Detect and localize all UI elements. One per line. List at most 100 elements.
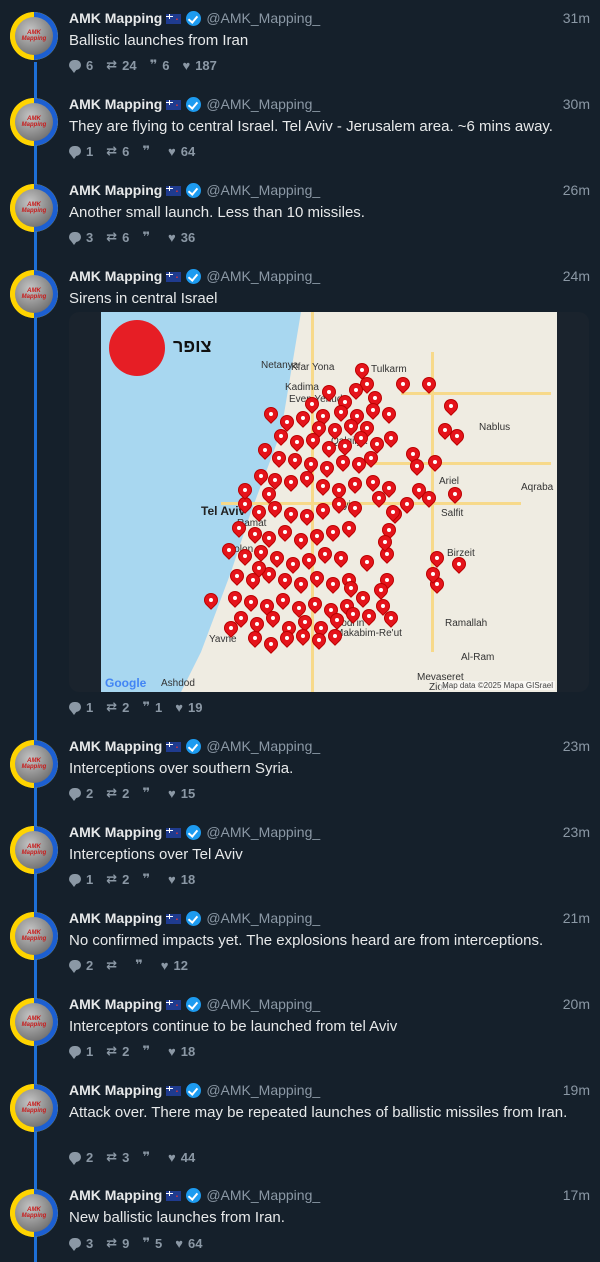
- siren-pin-icon[interactable]: [265, 638, 277, 654]
- siren-pin-icon[interactable]: [349, 502, 361, 518]
- siren-pin-icon[interactable]: [329, 630, 341, 646]
- tweet-timestamp[interactable]: 26m: [563, 180, 590, 200]
- siren-pin-icon[interactable]: [327, 578, 339, 594]
- siren-pin-icon[interactable]: [273, 452, 285, 468]
- siren-pin-icon[interactable]: [285, 508, 297, 524]
- siren-pin-icon[interactable]: [297, 630, 309, 646]
- siren-pin-icon[interactable]: [287, 558, 299, 574]
- siren-pin-icon[interactable]: [279, 574, 291, 590]
- author-handle[interactable]: @AMK_Mapping_: [206, 10, 320, 26]
- author-name[interactable]: AMK Mapping: [69, 182, 162, 198]
- author-name[interactable]: AMK Mapping: [69, 910, 162, 926]
- siren-pin-icon[interactable]: [317, 480, 329, 496]
- reply[interactable]: 2: [69, 958, 93, 973]
- siren-pin-icon[interactable]: [345, 582, 357, 598]
- author-name[interactable]: AMK Mapping: [69, 824, 162, 840]
- tweet-card[interactable]: AMK Mapping AMK Mapping @AMK_Mapping_ 23m In…: [0, 728, 600, 812]
- siren-pin-icon[interactable]: [259, 444, 271, 460]
- siren-pin-icon[interactable]: [311, 530, 323, 546]
- tweet-timestamp[interactable]: 30m: [563, 94, 590, 114]
- tweet-timestamp[interactable]: 23m: [563, 822, 590, 842]
- like[interactable]: ♥ 19: [175, 700, 202, 715]
- like[interactable]: ♥ 15: [168, 786, 195, 801]
- siren-pin-icon[interactable]: [295, 534, 307, 550]
- siren-pin-icon[interactable]: [451, 430, 463, 446]
- reply[interactable]: 2: [69, 1150, 93, 1165]
- siren-pin-icon[interactable]: [353, 458, 365, 474]
- siren-pin-icon[interactable]: [253, 506, 265, 522]
- siren-pin-icon[interactable]: [245, 596, 257, 612]
- tweet-card[interactable]: AMK Mapping AMK Mapping @AMK_Mapping_ 26m An…: [0, 172, 600, 256]
- reply[interactable]: 3: [69, 230, 93, 245]
- siren-pin-icon[interactable]: [323, 386, 335, 402]
- quote[interactable]: ❞: [142, 785, 155, 801]
- siren-pin-icon[interactable]: [291, 436, 303, 452]
- siren-pin-icon[interactable]: [239, 550, 251, 566]
- siren-pin-icon[interactable]: [423, 378, 435, 394]
- author-name[interactable]: AMK Mapping: [69, 96, 162, 112]
- siren-pin-icon[interactable]: [379, 536, 391, 552]
- quote[interactable]: ❞: [135, 957, 148, 973]
- siren-pin-icon[interactable]: [317, 504, 329, 520]
- tweet-card[interactable]: AMK Mapping AMK Mapping @AMK_Mapping_ 20m In…: [0, 986, 600, 1070]
- siren-pin-icon[interactable]: [361, 556, 373, 572]
- author-handle[interactable]: @AMK_Mapping_: [206, 96, 320, 112]
- avatar[interactable]: AMK Mapping: [10, 270, 58, 318]
- avatar[interactable]: AMK Mapping: [10, 1189, 58, 1237]
- author-name[interactable]: AMK Mapping: [69, 1082, 162, 1098]
- reply[interactable]: 6: [69, 58, 93, 73]
- siren-pin-icon[interactable]: [297, 412, 309, 428]
- tweet-card[interactable]: AMK Mapping AMK Mapping @AMK_Mapping_ 24m Si…: [0, 258, 600, 718]
- author-name[interactable]: AMK Mapping: [69, 738, 162, 754]
- tweet-timestamp[interactable]: 21m: [563, 908, 590, 928]
- siren-pin-icon[interactable]: [347, 608, 359, 624]
- tweet-timestamp[interactable]: 17m: [563, 1185, 590, 1205]
- siren-pin-icon[interactable]: [350, 384, 362, 400]
- siren-pin-icon[interactable]: [255, 470, 267, 486]
- reply[interactable]: 1: [69, 700, 93, 715]
- siren-pin-icon[interactable]: [295, 578, 307, 594]
- quote[interactable]: ❞: [142, 871, 155, 887]
- retweet[interactable]: ⇄ 2: [106, 699, 129, 715]
- tweet-card[interactable]: AMK Mapping AMK Mapping @AMK_Mapping_ 17m Ne…: [0, 1177, 600, 1261]
- reply[interactable]: 1: [69, 144, 93, 159]
- siren-pin-icon[interactable]: [329, 424, 341, 440]
- siren-pin-icon[interactable]: [365, 452, 377, 468]
- siren-pin-icon[interactable]: [387, 506, 399, 522]
- like[interactable]: ♥ 44: [168, 1150, 195, 1165]
- tweet-media-map[interactable]: Netanya Kfar Yona Tulkarm Kadima Even Yehuda…: [69, 312, 589, 692]
- author-handle[interactable]: @AMK_Mapping_: [206, 910, 320, 926]
- quote[interactable]: ❞: [142, 1149, 155, 1165]
- avatar[interactable]: AMK Mapping: [10, 826, 58, 874]
- tweet-card[interactable]: AMK Mapping AMK Mapping @AMK_Mapping_ 30m Th…: [0, 86, 600, 170]
- siren-pin-icon[interactable]: [313, 634, 325, 650]
- avatar[interactable]: AMK Mapping: [10, 740, 58, 788]
- siren-pin-icon[interactable]: [323, 442, 335, 458]
- siren-pin-icon[interactable]: [239, 484, 251, 500]
- siren-pin-icon[interactable]: [205, 594, 217, 610]
- siren-pin-icon[interactable]: [275, 430, 287, 446]
- siren-pin-icon[interactable]: [411, 460, 423, 476]
- reply[interactable]: 2: [69, 786, 93, 801]
- siren-pin-icon[interactable]: [285, 476, 297, 492]
- siren-pin-icon[interactable]: [233, 522, 245, 538]
- siren-pin-icon[interactable]: [335, 552, 347, 568]
- siren-pin-icon[interactable]: [249, 528, 261, 544]
- retweet[interactable]: ⇄ 6: [106, 229, 129, 245]
- reply[interactable]: 3: [69, 1236, 93, 1251]
- author-name[interactable]: AMK Mapping: [69, 996, 162, 1012]
- siren-pin-icon[interactable]: [343, 522, 355, 538]
- siren-pin-icon[interactable]: [327, 526, 339, 542]
- siren-pin-icon[interactable]: [277, 594, 289, 610]
- author-name[interactable]: AMK Mapping: [69, 268, 162, 284]
- siren-pin-icon[interactable]: [281, 632, 293, 648]
- quote[interactable]: ❞ 5: [142, 1235, 162, 1251]
- author-name[interactable]: AMK Mapping: [69, 10, 162, 26]
- siren-pin-icon[interactable]: [383, 408, 395, 424]
- retweet[interactable]: ⇄ 2: [106, 871, 129, 887]
- siren-pin-icon[interactable]: [453, 558, 465, 574]
- siren-pin-icon[interactable]: [279, 526, 291, 542]
- siren-pin-icon[interactable]: [319, 548, 331, 564]
- avatar[interactable]: AMK Mapping: [10, 98, 58, 146]
- siren-pin-icon[interactable]: [255, 546, 267, 562]
